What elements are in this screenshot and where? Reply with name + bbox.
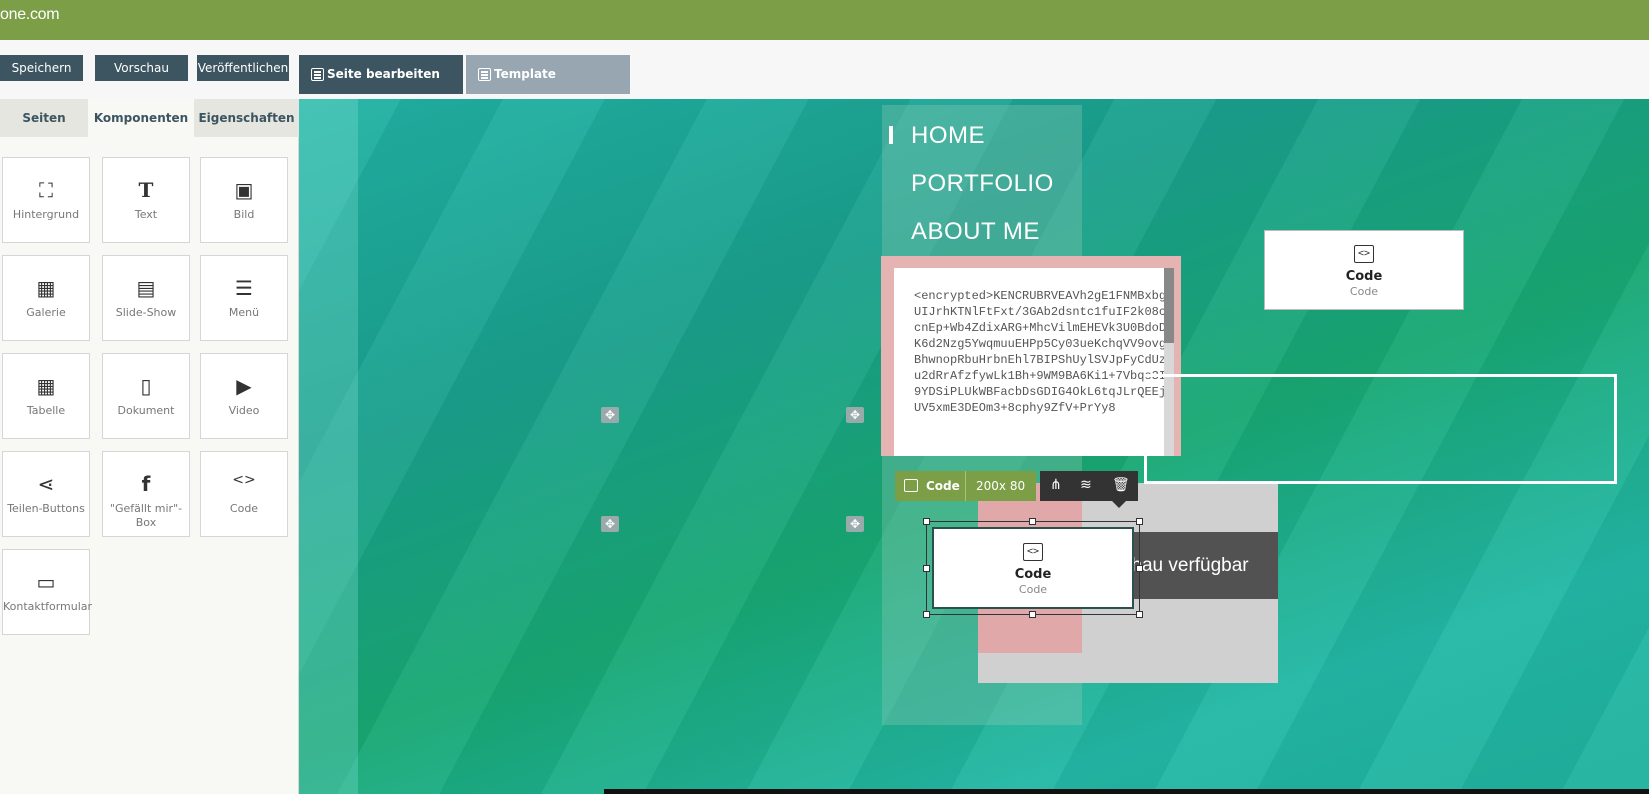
left-guide-area	[299, 99, 358, 794]
component-video[interactable]: ▶ Video	[200, 353, 288, 439]
move-handle-icon[interactable]: ✥	[601, 407, 619, 423]
facebook-icon: f	[141, 472, 151, 496]
tab-components[interactable]: Komponenten	[88, 99, 194, 137]
resize-handle-ne[interactable]	[1136, 518, 1143, 525]
trash-icon[interactable]: 🗑	[1112, 477, 1130, 493]
sidebar: Seiten Komponenten Eigenschaften ⛶ Hinte…	[0, 99, 299, 794]
selection-component-name: Code	[926, 479, 960, 493]
component-text[interactable]: T Text	[102, 157, 190, 243]
nav-item-portfolio[interactable]: PORTFOLIO	[911, 170, 1054, 198]
move-handle-icon[interactable]: ✥	[601, 516, 619, 532]
divider	[965, 471, 966, 501]
component-slideshow[interactable]: ▤ Slide-Show	[102, 255, 190, 341]
component-table[interactable]: ▦ Tabelle	[2, 353, 90, 439]
component-label: Text	[134, 208, 158, 221]
move-handle-icon[interactable]: ✥	[846, 516, 864, 532]
resize-handle-sw[interactable]	[923, 611, 930, 618]
component-label: Teilen-Buttons	[7, 502, 85, 515]
move-handle-icon[interactable]: ✥	[846, 407, 864, 423]
outlined-region-edge	[1144, 456, 1184, 484]
sitemap-icon[interactable]: ⋔	[1050, 477, 1062, 493]
table-icon: ▦	[36, 374, 56, 398]
component-label: Bild	[233, 208, 255, 221]
component-like-box[interactable]: f "Gefällt mir"-Box	[102, 451, 190, 537]
tab-edit-page-label: Seite bearbeiten	[327, 67, 440, 81]
component-label: Menü	[228, 306, 260, 319]
component-label: Tabelle	[26, 404, 66, 417]
component-label: Code	[229, 502, 259, 515]
brand-logo[interactable]: one.com	[0, 6, 60, 24]
tab-properties[interactable]: Eigenschaften	[194, 99, 299, 137]
component-label: Dokument	[117, 404, 175, 417]
selection-size: 200x 80	[976, 479, 1026, 493]
resize-handle-e[interactable]	[1136, 565, 1143, 572]
code-widget-subtitle: Code	[1018, 583, 1048, 596]
selection-actions: ⋔ ≋ 🗑	[1040, 471, 1138, 508]
resize-handle-nw[interactable]	[923, 518, 930, 525]
code-widget-subtitle: Code	[1349, 285, 1379, 298]
video-icon: ▶	[236, 374, 252, 398]
component-image[interactable]: ▣ Bild	[200, 157, 288, 243]
code-widget-title: Code	[1014, 567, 1052, 582]
code-icon: <>	[1023, 543, 1043, 561]
preview-button[interactable]: Vorschau	[95, 55, 188, 81]
resize-handle-s[interactable]	[1029, 611, 1036, 618]
gallery-icon: ▦	[36, 276, 56, 300]
outlined-region[interactable]	[1144, 374, 1617, 484]
contact-form-icon: ▭	[36, 570, 56, 594]
code-icon	[904, 479, 918, 492]
tab-edit-page[interactable]: Seite bearbeiten	[299, 55, 463, 94]
slideshow-icon: ▤	[136, 276, 156, 300]
component-label: Galerie	[26, 306, 66, 319]
component-label: Video	[228, 404, 260, 417]
component-share-buttons[interactable]: ⋖ Teilen-Buttons	[2, 451, 90, 537]
nav-item-home[interactable]: HOME	[911, 122, 985, 150]
save-button[interactable]: Speichern	[0, 55, 83, 81]
code-content-panel[interactable]: <encrypted>KENCRUBRVEAVh2gE1FNMBxbgqUIJr…	[894, 268, 1174, 456]
publish-button[interactable]: Veröffentlichen	[197, 55, 289, 81]
selection-info[interactable]: Code 200x 80	[895, 471, 1036, 501]
selected-code-widget[interactable]: <> Code Code	[932, 527, 1134, 609]
tab-pages[interactable]: Seiten	[0, 99, 88, 137]
nav-item-about-me[interactable]: ABOUT ME	[911, 218, 1040, 246]
component-document[interactable]: ▯ Dokument	[102, 353, 190, 439]
code-icon: <>	[232, 472, 256, 488]
component-label: Hintergrund	[12, 208, 80, 221]
component-label: "Gefällt mir"-Box	[109, 502, 183, 529]
resize-handle-w[interactable]	[923, 565, 930, 572]
bottom-strip	[604, 789, 1649, 794]
editor-toolbar: Speichern Vorschau Veröffentlichen Seite…	[0, 40, 1649, 120]
code-text: <encrypted>KENCRUBRVEAVh2gE1FNMBxbgqUIJr…	[914, 289, 1174, 415]
resize-handle-n[interactable]	[1029, 518, 1036, 525]
editor-canvas[interactable]: HOME PORTFOLIO ABOUT ME <encrypted>KENCR…	[299, 99, 1649, 794]
component-label: Kontaktformular	[3, 600, 93, 613]
code-widget[interactable]: <> Code Code	[1264, 230, 1464, 310]
top-bar: one.com	[0, 0, 1649, 40]
component-menu[interactable]: ☰ Menü	[200, 255, 288, 341]
component-background[interactable]: ⛶ Hintergrund	[2, 157, 90, 243]
nav-active-marker	[889, 126, 893, 144]
template-icon	[478, 68, 491, 81]
page-icon	[311, 68, 324, 81]
tab-edit-template[interactable]: Template bearbeiten	[466, 55, 630, 120]
document-icon: ▯	[140, 374, 152, 398]
text-icon: T	[138, 178, 154, 202]
code-icon: <>	[1354, 245, 1374, 263]
share-icon: ⋖	[37, 472, 55, 496]
resize-handle-se[interactable]	[1136, 611, 1143, 618]
component-label: Slide-Show	[115, 306, 177, 319]
component-code[interactable]: <> Code	[200, 451, 288, 537]
background-icon: ⛶	[39, 178, 53, 202]
image-icon: ▣	[234, 178, 254, 202]
component-gallery[interactable]: ▦ Galerie	[2, 255, 90, 341]
component-contact-form[interactable]: ▭ Kontaktformular	[2, 549, 93, 635]
layers-icon[interactable]: ≋	[1080, 477, 1092, 493]
code-widget-title: Code	[1345, 269, 1383, 284]
menu-icon: ☰	[235, 276, 253, 300]
